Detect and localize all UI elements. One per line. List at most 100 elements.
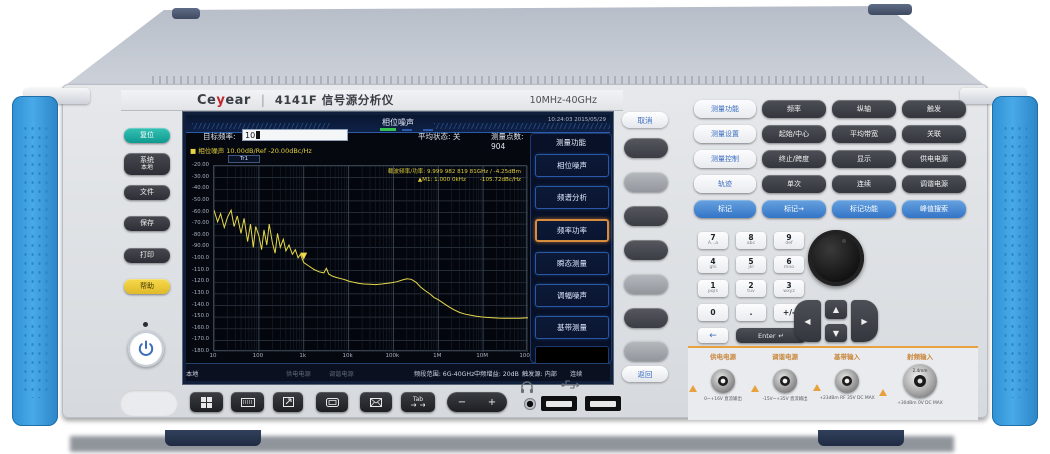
arrow-left-key[interactable]: ◀	[794, 300, 821, 342]
arrow-up-key[interactable]: ▲	[825, 300, 847, 319]
panel-key[interactable]: 调谐电源	[902, 175, 966, 193]
back-button[interactable]: 返回	[622, 366, 668, 382]
bnc-connector[interactable]	[773, 369, 797, 393]
top-cover	[62, 4, 988, 88]
menu-item[interactable]: 频谱分析	[535, 186, 609, 209]
instrument-front-view: Ceyear | 4141F 信号源分析仪 10MHz-40GHz 复位系统本地…	[0, 0, 1050, 454]
warning-triangle-icon	[689, 385, 697, 392]
usb-port-1[interactable]	[541, 396, 577, 411]
volume-key[interactable]: −+	[447, 392, 507, 412]
panel-key[interactable]: 峰值搜索	[902, 200, 966, 218]
panel-key[interactable]: 频率	[762, 100, 826, 118]
bezel-softkey[interactable]	[624, 308, 668, 328]
bezel-softkey[interactable]	[624, 172, 668, 192]
left-function-key[interactable]: 系统本地	[124, 153, 170, 175]
left-handle[interactable]	[12, 96, 58, 426]
arrow-right-key[interactable]: ▶	[851, 300, 878, 342]
power-led	[143, 322, 148, 327]
x-tick-label: 1M	[433, 353, 441, 359]
panel-key[interactable]: 单次	[762, 175, 826, 193]
bezel-softkey[interactable]	[624, 341, 668, 361]
digit-key[interactable]: 1pqrs	[698, 280, 728, 297]
left-foot	[165, 430, 261, 446]
digit-key[interactable]: 9def	[774, 232, 804, 249]
menu-item[interactable]: 基带测量	[535, 316, 609, 339]
y-tick-label: -90.00	[192, 243, 209, 249]
left-function-key[interactable]: 打印	[124, 248, 170, 263]
bnc-connector[interactable]	[711, 369, 735, 393]
rotary-knob[interactable]	[808, 230, 864, 286]
y-tick-label: -100.0	[192, 255, 209, 261]
connector-rating: 0~+16V 直流输出	[688, 396, 758, 402]
menu-item[interactable]: 频率功率	[535, 219, 609, 242]
power-button[interactable]	[128, 331, 164, 367]
bezel-softkey[interactable]	[624, 138, 668, 158]
panel-key[interactable]: 测量控制	[694, 150, 756, 168]
y-axis-labels: -20.00-30.00-40.00-50.00-60.00-70.00-80.…	[186, 162, 211, 354]
panel-key[interactable]: 显示	[832, 150, 896, 168]
bezel-softkey[interactable]	[624, 240, 668, 260]
target-frequency-input[interactable]: 10	[242, 129, 348, 141]
digit-key[interactable]: 0	[698, 304, 728, 321]
digit-key[interactable]: 8abc	[736, 232, 766, 249]
headphone-jack[interactable]	[524, 398, 536, 410]
mail-key[interactable]	[360, 392, 392, 412]
digit-key[interactable]: 5jkl	[736, 256, 766, 273]
x-tick-label: 100	[253, 353, 264, 359]
x-tick-label: 1k	[299, 353, 306, 359]
panel-key[interactable]: 纵轴	[832, 100, 896, 118]
digit-key[interactable]: 2tuv	[736, 280, 766, 297]
digit-key[interactable]: 3wxyz	[774, 280, 804, 297]
panel-key[interactable]: 标记功能	[832, 200, 896, 218]
tab-phase-noise[interactable]: 相位噪声	[186, 117, 610, 128]
bezel-softkey[interactable]	[624, 206, 668, 226]
panel-key[interactable]: 连续	[832, 175, 896, 193]
panel-key[interactable]: 触发	[902, 100, 966, 118]
rf-connector[interactable]: 2.4mm	[903, 364, 937, 398]
digit-key[interactable]: 6mno	[774, 256, 804, 273]
windows-key[interactable]	[190, 392, 223, 412]
panel-key[interactable]: 轨迹	[694, 175, 756, 193]
usb-port-2[interactable]	[585, 396, 621, 411]
panel-key[interactable]: 供电电源	[902, 150, 966, 168]
menu-item[interactable]: 相位噪声	[535, 154, 609, 177]
panel-key[interactable]: 测量设置	[694, 125, 756, 143]
panel-key[interactable]: 测量功能	[694, 100, 756, 118]
window-switch-key[interactable]	[273, 392, 303, 412]
connector-label: 调谐电源	[750, 351, 820, 361]
panel-key[interactable]: 起始/中心	[762, 125, 826, 143]
keyboard-key[interactable]	[231, 392, 264, 412]
arrow-down-key[interactable]: ▼	[825, 324, 847, 342]
digit-key[interactable]: 7A...a	[698, 232, 728, 249]
digit-key[interactable]: 4ghi	[698, 256, 728, 273]
left-function-key[interactable]: 复位	[124, 128, 170, 143]
left-function-key[interactable]: 保存	[124, 216, 170, 231]
menu-item[interactable]: 瞬态测量	[535, 252, 609, 275]
bezel-softkey[interactable]	[624, 274, 668, 294]
status-item: 频段范围: 6G-40GHz	[414, 369, 474, 378]
panel-key[interactable]: 平均带宽	[832, 125, 896, 143]
panel-key[interactable]: 标记→	[762, 200, 826, 218]
panel-key[interactable]: 终止/跨度	[762, 150, 826, 168]
target-frequency-label: 目标频率:	[203, 131, 236, 142]
backspace-key[interactable]: ←	[698, 328, 728, 343]
digit-key[interactable]: .	[736, 304, 766, 321]
left-function-key[interactable]: 文件	[124, 185, 170, 200]
menu-item[interactable]: 调幅噪声	[535, 284, 609, 307]
frequency-range-label: 10MHz-40GHz	[530, 95, 597, 106]
bnc-connector[interactable]	[835, 369, 859, 393]
left-function-key[interactable]: 帮助	[124, 279, 170, 294]
tab-key[interactable]: Tab	[401, 392, 435, 412]
panel-key[interactable]: 标记	[694, 200, 756, 218]
y-tick-label: -140.0	[192, 302, 209, 308]
x-tick-label: 10	[210, 353, 217, 359]
trace-scale-info: ■ 相位噪声 10.00dB/Ref -20.00dBc/Hz	[190, 145, 312, 155]
rf-input-connector: 射频输入 2.4mm +30dBm 0V DC MAX	[878, 348, 962, 406]
connector-zone: 供电电源 0~+16V 直流输出 调谐电源 -15V~+35V 直流输出 基带输…	[688, 346, 978, 420]
panel-key[interactable]: 关联	[902, 125, 966, 143]
windows-icon	[201, 397, 212, 408]
connector-label: 射频输入	[878, 351, 962, 361]
right-handle[interactable]	[992, 96, 1038, 426]
cancel-button[interactable]: 取消	[622, 112, 668, 128]
display-key[interactable]	[316, 392, 348, 412]
